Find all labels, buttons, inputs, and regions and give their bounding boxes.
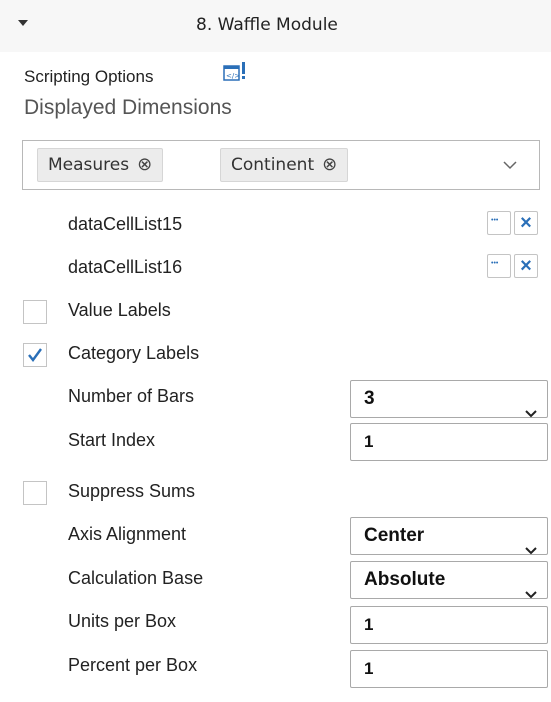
units-per-box-value: 1	[364, 615, 374, 634]
number-of-bars-value: 3	[364, 388, 375, 409]
close-icon[interactable]: ×	[514, 254, 538, 278]
caret-down-icon[interactable]	[18, 20, 28, 26]
chevron-down-icon[interactable]	[503, 157, 517, 175]
category-labels-label: Category Labels	[68, 343, 200, 363]
axis-alignment-label: Axis Alignment	[68, 524, 187, 544]
value-labels-checkbox[interactable]	[23, 300, 47, 324]
more-options-icon[interactable]	[487, 211, 511, 235]
script-code-icon[interactable]: </>	[223, 61, 247, 83]
remove-chip-icon[interactable]: ⊗	[137, 154, 152, 175]
units-per-box-input[interactable]: 1	[350, 606, 548, 644]
percent-per-box-label: Percent per Box	[68, 655, 198, 675]
module-header[interactable]: 8. Waffle Module	[0, 0, 551, 52]
dimensions-multiselect[interactable]: Measures ⊗ Continent ⊗	[22, 140, 540, 190]
cell-list-item: dataCellList15	[68, 214, 183, 234]
chip-label: Continent	[231, 155, 315, 175]
scripting-options-label: Scripting Options	[24, 67, 154, 86]
chip-label: Measures	[48, 155, 130, 175]
suppress-sums-label: Suppress Sums	[68, 481, 196, 501]
more-options-icon[interactable]	[487, 254, 511, 278]
category-labels-checkbox[interactable]	[23, 343, 47, 367]
displayed-dimensions-heading: Displayed Dimensions	[24, 96, 232, 119]
chip-continent[interactable]: Continent ⊗	[220, 148, 349, 182]
calculation-base-label: Calculation Base	[68, 568, 204, 588]
percent-per-box-input[interactable]: 1	[350, 650, 548, 688]
axis-alignment-select[interactable]: Center	[350, 517, 548, 555]
axis-alignment-value: Center	[364, 525, 425, 546]
calculation-base-value: Absolute	[364, 569, 446, 590]
value-labels-label: Value Labels	[68, 300, 171, 320]
remove-chip-icon[interactable]: ⊗	[322, 154, 337, 175]
number-of-bars-label: Number of Bars	[68, 386, 195, 406]
start-index-input[interactable]: 1	[350, 423, 548, 461]
close-icon[interactable]: ×	[514, 211, 538, 235]
percent-per-box-value: 1	[364, 659, 374, 678]
cell-list-item: dataCellList16	[68, 257, 183, 277]
chip-measures[interactable]: Measures ⊗	[37, 148, 164, 182]
svg-text:</>: </>	[226, 72, 240, 80]
number-of-bars-select[interactable]: 3	[350, 380, 548, 418]
checkmark-icon	[28, 348, 42, 362]
units-per-box-label: Units per Box	[68, 611, 177, 631]
module-title: 8. Waffle Module	[196, 15, 338, 35]
calculation-base-select[interactable]: Absolute	[350, 561, 548, 599]
start-index-label: Start Index	[68, 430, 156, 450]
start-index-value: 1	[364, 432, 374, 451]
suppress-sums-checkbox[interactable]	[23, 481, 47, 505]
